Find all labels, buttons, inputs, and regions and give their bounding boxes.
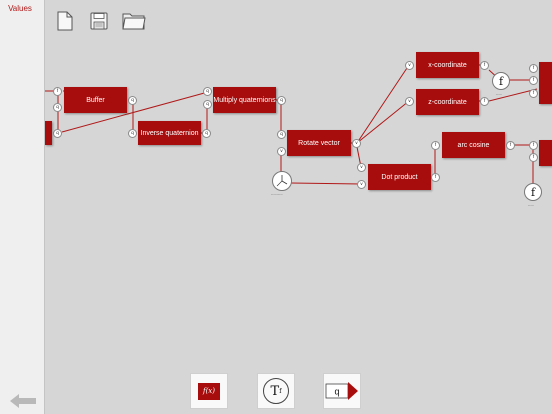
- values-sidebar: Values: [0, 0, 45, 414]
- node-inverse-quaternion-label: Inverse quaternion: [140, 129, 199, 137]
- port-right-upper-c[interactable]: f: [529, 89, 538, 98]
- port-inverse-out[interactable]: q: [202, 129, 211, 138]
- port-inverse-in[interactable]: q: [128, 129, 137, 138]
- back-arrow-icon[interactable]: [8, 391, 38, 411]
- node-x-coordinate-label: x-coordinate: [428, 61, 467, 69]
- quaternion-label: q: [334, 387, 339, 397]
- quaternion-output-icon: q: [325, 382, 358, 400]
- function-circle-upper[interactable]: f: [492, 72, 510, 90]
- function-caption-upper: -----: [496, 92, 502, 96]
- port-multiply-out[interactable]: q: [277, 96, 286, 105]
- function-circle-lower[interactable]: f: [524, 183, 542, 201]
- port-arccos-out[interactable]: f: [506, 141, 515, 150]
- port-dot-out[interactable]: f: [431, 173, 440, 182]
- node-z-coordinate[interactable]: z-coordinate: [416, 89, 479, 115]
- port-right-lower-b[interactable]: f: [529, 153, 538, 162]
- node-inverse-quaternion[interactable]: Inverse quaternion: [138, 121, 201, 145]
- port-rotate-in-v[interactable]: v: [277, 147, 286, 156]
- node-arc-cosine-label: arc cosine: [457, 141, 490, 149]
- port-multiply-in-a[interactable]: q: [203, 87, 212, 96]
- quaternion-node-button[interactable]: q: [323, 373, 361, 409]
- partial-right-node-upper[interactable]: [539, 62, 552, 104]
- port-rotate-in-q[interactable]: q: [277, 130, 286, 139]
- node-dot-product-label: Dot product: [381, 173, 418, 181]
- sidebar-title[interactable]: Values: [0, 4, 40, 13]
- node-multiply-quaternions[interactable]: Multiply quaternions: [213, 87, 276, 113]
- port-rotate-out[interactable]: v: [352, 139, 361, 148]
- node-z-coordinate-label: z-coordinate: [428, 98, 467, 106]
- node-buffer[interactable]: Buffer: [64, 87, 127, 113]
- port-buffer-in-q[interactable]: q: [53, 103, 62, 112]
- transform-sup: f: [279, 387, 282, 395]
- port-right-upper-b[interactable]: f: [529, 76, 538, 85]
- node-rotate-vector-label: Rotate vector: [298, 139, 340, 147]
- port-dot-in-b[interactable]: v: [357, 180, 366, 189]
- node-multiply-quaternions-label: Multiply quaternions: [213, 96, 276, 104]
- node-x-coordinate[interactable]: x-coordinate: [416, 52, 479, 78]
- function-node-button[interactable]: f(x): [190, 373, 228, 409]
- port-left-q[interactable]: q: [53, 129, 62, 138]
- node-dot-product[interactable]: Dot product: [368, 164, 431, 190]
- node-arc-cosine[interactable]: arc cosine: [442, 132, 505, 158]
- port-x-in[interactable]: v: [405, 61, 414, 70]
- port-multiply-in-b[interactable]: q: [203, 100, 212, 109]
- port-x-out[interactable]: f: [480, 61, 489, 70]
- node-rotate-vector[interactable]: Rotate vector: [287, 130, 351, 156]
- fx-label: f(x): [198, 382, 220, 400]
- transform-icon: Tf: [263, 378, 289, 404]
- port-buffer-in[interactable]: f: [53, 87, 62, 96]
- partial-left-node-lower[interactable]: [45, 121, 52, 145]
- port-right-upper-a[interactable]: f: [529, 64, 538, 73]
- function-caption-lower: -----: [528, 203, 534, 207]
- port-dot-in-a[interactable]: v: [357, 163, 366, 172]
- transform-label: T: [270, 383, 280, 399]
- clock-icon[interactable]: [272, 171, 292, 191]
- node-buffer-label: Buffer: [86, 96, 105, 104]
- port-z-in[interactable]: v: [405, 97, 414, 106]
- port-arccos-in[interactable]: f: [431, 141, 440, 150]
- transform-node-button[interactable]: Tf: [257, 373, 295, 409]
- clock-caption: ----------: [271, 192, 283, 196]
- clock-hands-icon: [276, 175, 288, 187]
- port-buffer-out[interactable]: q: [128, 96, 137, 105]
- node-graph-canvas[interactable]: Buffer Inverse quaternion Multiply quate…: [45, 0, 552, 414]
- port-z-out[interactable]: f: [480, 97, 489, 106]
- partial-right-node-lower[interactable]: [539, 140, 552, 166]
- port-right-lower-a[interactable]: f: [529, 141, 538, 150]
